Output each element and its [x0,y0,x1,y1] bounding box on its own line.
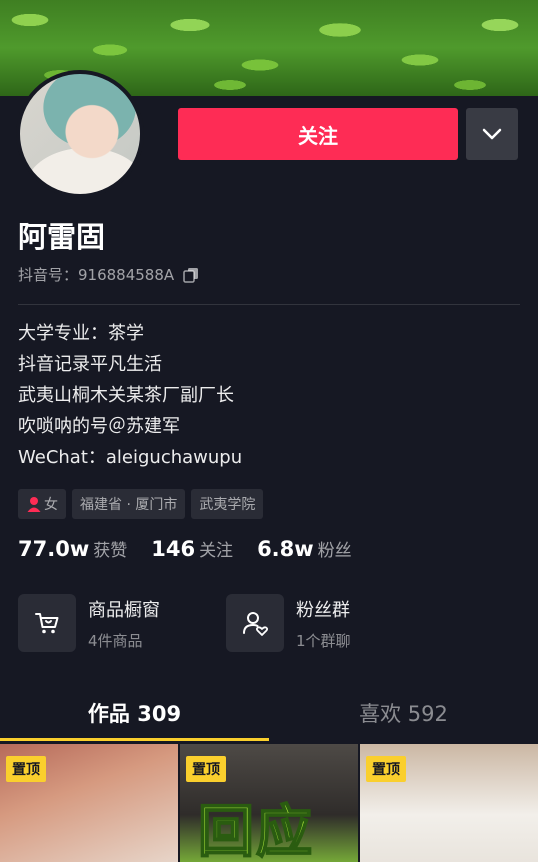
video-thumbnail[interactable]: 置顶 [0,744,178,862]
fan-group-icon-box [226,594,284,652]
fan-group-count: 1个群聊 [296,631,351,650]
more-options-button[interactable] [466,108,518,160]
profile-tags: 女 福建省 · 厦门市 武夷学院 [18,489,264,519]
likes-stat: 77.0w 获赞 [18,536,127,561]
pinned-badge: 置顶 [186,756,226,782]
following-label: 关注 [199,541,234,561]
cart-icon [35,613,59,634]
video-thumbnail[interactable]: 置顶 [360,744,538,862]
shop-window-count: 4件商品 [88,631,143,650]
gender-tag: 女 [18,489,66,519]
bio-line[interactable]: 吹唢呐的号＠苏建军 [18,411,242,442]
followers-count: 6.8w [257,537,314,561]
chevron-down-icon [482,128,502,140]
bio: 大学专业：茶学 抖音记录平凡生活 武夷山桐木关某茶厂副厂长 吹唢呐的号＠苏建军 … [18,318,242,473]
bio-line: 武夷山桐木关某茶厂副厂长 [18,385,234,406]
bio-line: WeChat：aleiguchawupu [18,447,243,468]
pinned-badge: 置顶 [366,756,406,782]
shop-window-card[interactable]: 商品橱窗 4件商品 [18,594,160,652]
profile-name: 阿雷固 [18,220,106,254]
following-stat[interactable]: 146 关注 [151,536,233,561]
video-thumbnail[interactable]: 置顶 回应 [180,744,358,862]
school-tag: 武夷学院 [191,489,264,519]
following-count: 146 [151,537,196,561]
active-tab-indicator [0,738,269,741]
fan-group-icon [243,612,269,636]
video-grid: 置顶 置顶 回应 置顶 [0,744,538,862]
cart-icon-box [18,594,76,652]
location-tag: 福建省 · 厦门市 [72,489,186,519]
likes-label: 获赞 [93,541,128,561]
female-icon [27,497,41,512]
followers-stat[interactable]: 6.8w 粉丝 [257,536,352,561]
douyin-id-row: 抖音号：916884588A [18,264,200,285]
pinned-badge: 置顶 [6,756,46,782]
shop-window-title: 商品橱窗 [88,599,160,621]
bio-line: 抖音记录平凡生活 [18,354,162,375]
douyin-id-text: 抖音号：916884588A [18,266,175,284]
tab-works[interactable]: 作品 309 [0,684,269,742]
likes-count: 77.0w [18,537,90,561]
bio-line: 大学专业：茶学 [18,323,144,344]
follow-button[interactable]: 关注 [178,108,458,160]
fan-group-card[interactable]: 粉丝群 1个群聊 [226,594,351,652]
followers-label: 粉丝 [317,541,352,561]
profile-stats: 77.0w 获赞 146 关注 6.8w 粉丝 [18,536,352,561]
avatar[interactable] [16,70,144,198]
gender-label: 女 [44,497,58,513]
fan-group-title: 粉丝群 [296,599,350,621]
copy-icon[interactable] [182,266,200,284]
tab-likes[interactable]: 喜欢 592 [269,684,538,742]
video-overlay-text: 回应 [197,799,314,862]
content-tabs: 作品 309 喜欢 592 [0,684,538,742]
divider [18,304,520,305]
